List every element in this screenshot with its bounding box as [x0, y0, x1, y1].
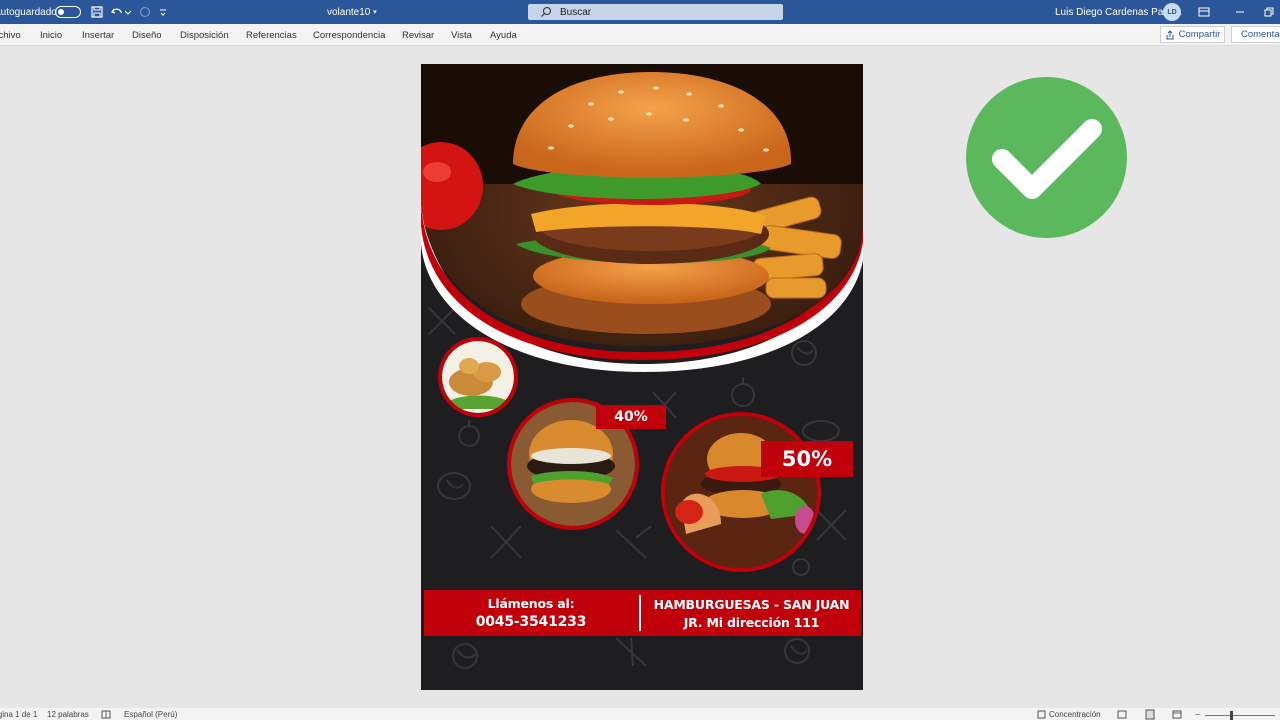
undo-icon[interactable]: [110, 5, 124, 19]
zoom-out-icon[interactable]: −: [1195, 709, 1200, 720]
save-icon[interactable]: [90, 5, 104, 19]
ribbon-tabs: Archivo Inicio Insertar Diseño Disposici…: [0, 24, 1280, 46]
proofing-icon[interactable]: [101, 709, 111, 720]
tab-archivo[interactable]: Archivo: [0, 24, 21, 46]
ribbon-display-icon[interactable]: [1197, 5, 1211, 19]
print-layout-icon[interactable]: [1145, 709, 1155, 720]
avatar[interactable]: LD: [1163, 3, 1181, 21]
search-placeholder: Buscar: [560, 6, 592, 18]
share-icon: [1166, 29, 1174, 39]
focus-mode-button[interactable]: Concentración: [1037, 709, 1101, 720]
comments-label: Comentarios: [1241, 29, 1280, 40]
tab-inicio[interactable]: Inicio: [40, 24, 62, 46]
customize-toolbar-icon[interactable]: [158, 5, 168, 19]
tab-referencias[interactable]: Referencias: [246, 24, 297, 46]
document-canvas[interactable]: 40% 50% Llámenos al: 0045-3541233 HAMBUR…: [0, 46, 1280, 708]
call-block: Llámenos al: 0045-3541233: [424, 590, 638, 636]
minimize-icon[interactable]: [1233, 5, 1247, 19]
web-layout-icon[interactable]: [1172, 709, 1182, 720]
checkmark-icon: [966, 77, 1127, 238]
chevron-down-icon[interactable]: [124, 5, 132, 19]
document-page[interactable]: 40% 50% Llámenos al: 0045-3541233 HAMBUR…: [421, 64, 863, 690]
page-count[interactable]: Página 1 de 1: [0, 709, 37, 720]
search-box[interactable]: Buscar: [528, 4, 783, 20]
business-block: HAMBURGUESAS - SAN JUAN JR. Mi dirección…: [642, 590, 861, 636]
burger-photo-large: [661, 412, 821, 572]
tab-revisar[interactable]: Revisar: [402, 24, 434, 46]
tab-ayuda[interactable]: Ayuda: [490, 24, 517, 46]
tab-diseno[interactable]: Diseño: [132, 24, 162, 46]
discount-badge-50: 50%: [761, 441, 853, 477]
language[interactable]: Español (Perú): [124, 709, 177, 720]
focus-label: Concentración: [1049, 710, 1101, 719]
status-bar: Página 1 de 1 12 palabras Español (Perú)…: [0, 708, 1280, 720]
share-label: Compartir: [1178, 29, 1221, 40]
read-mode-icon[interactable]: [1117, 709, 1127, 720]
search-icon: [541, 6, 552, 17]
tab-disposicion[interactable]: Disposición: [180, 24, 229, 46]
autosave-toggle[interactable]: [55, 6, 81, 18]
burger-flyer[interactable]: 40% 50% Llámenos al: 0045-3541233 HAMBUR…: [421, 64, 863, 690]
share-button[interactable]: Compartir: [1160, 26, 1225, 43]
discount-badge-40: 40%: [596, 405, 666, 429]
word-count[interactable]: 12 palabras: [47, 709, 89, 720]
business-address: JR. Mi dirección 111: [683, 614, 820, 630]
tab-insertar[interactable]: Insertar: [82, 24, 114, 46]
zoom-slider-thumb[interactable]: [1230, 711, 1233, 720]
redo-icon[interactable]: [138, 5, 152, 19]
autosave-label: Autoguardado: [0, 6, 57, 18]
zoom-slider[interactable]: [1205, 715, 1275, 716]
chicken-photo: [438, 337, 518, 417]
call-label: Llámenos al:: [487, 596, 575, 611]
restore-icon[interactable]: [1262, 5, 1276, 19]
focus-icon: [1037, 710, 1046, 719]
contact-band: Llámenos al: 0045-3541233 HAMBURGUESAS -…: [424, 590, 861, 636]
title-bar: Autoguardado volante10 ▾ Buscar Luis Die…: [0, 0, 1280, 24]
document-title[interactable]: volante10 ▾: [327, 0, 377, 24]
business-name: HAMBURGUESAS - SAN JUAN: [653, 596, 850, 612]
phone-number: 0045-3541233: [475, 614, 587, 630]
band-divider: [639, 595, 641, 631]
comments-button[interactable]: Comentarios: [1231, 26, 1280, 43]
tab-correspondencia[interactable]: Correspondencia: [313, 24, 385, 46]
chevron-down-icon: ▾: [373, 9, 377, 16]
tab-vista[interactable]: Vista: [451, 24, 472, 46]
